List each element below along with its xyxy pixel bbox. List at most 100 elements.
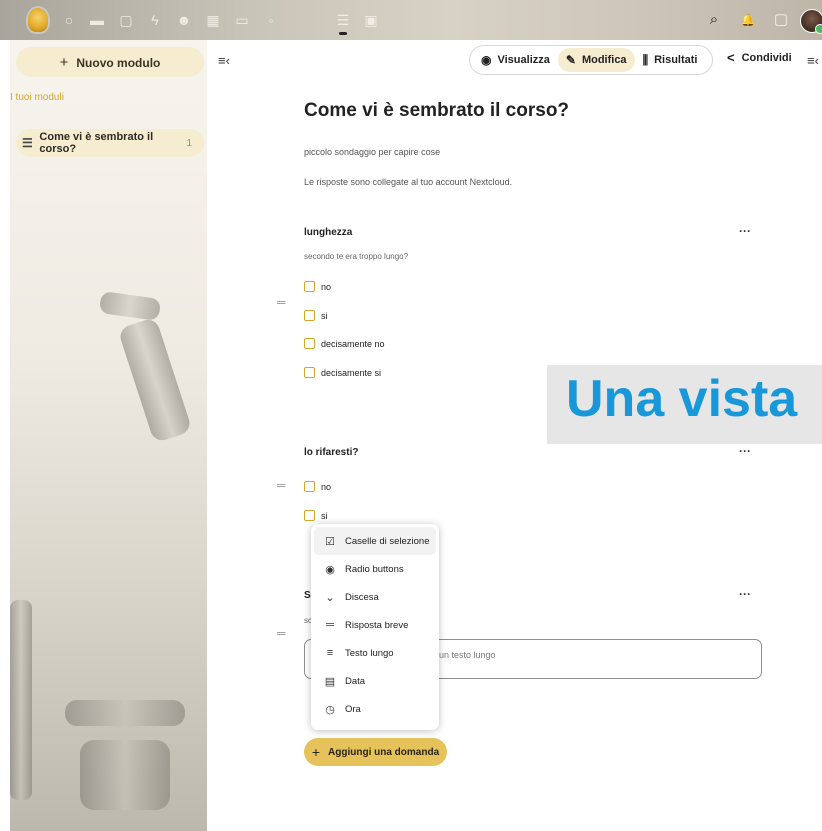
drag-handle-icon[interactable]: ═ [277, 626, 286, 640]
overlay-banner: Una vista [547, 365, 822, 444]
checkbox-option[interactable]: no [304, 281, 331, 292]
calendar-icon: ▤ [324, 675, 336, 688]
option-label: si [321, 310, 328, 321]
checkbox-option[interactable]: no [304, 481, 331, 492]
checkbox[interactable] [304, 481, 315, 492]
new-form-label: Nuovo modulo [76, 55, 161, 70]
menu-item-label: Ora [345, 703, 361, 715]
clock-icon: ◷ [325, 703, 335, 716]
option-label: decisamente no [321, 338, 385, 349]
contacts-icon[interactable]: ☻ [175, 11, 193, 29]
form-title[interactable]: Come vi è sembrato il corso? [304, 100, 569, 122]
menu-item-label: Radio buttons [345, 563, 404, 575]
menu-item-label: Data [345, 675, 366, 687]
share-icon: < [727, 50, 735, 65]
background-pipe [80, 740, 170, 810]
question-type-menu: ☑ Caselle di selezione ◉ Radio buttons ⌄ Di… [311, 524, 439, 730]
pencil-icon: ✎ [565, 53, 576, 67]
sidebar: + Nuovo modulo I tuoi moduli ☰ Come vi è … [10, 40, 207, 831]
menu-item-label: Risposta breve [345, 619, 409, 631]
menu-item-label: Caselle di selezione [345, 535, 430, 547]
notes-icon[interactable]: ▣ [362, 11, 380, 29]
toggle-sidebar-icon[interactable]: ≡‹ [807, 53, 819, 68]
background-pipe [98, 290, 162, 322]
deck-icon[interactable]: ▭ [233, 11, 251, 29]
radio-icon: ◉ [325, 563, 335, 576]
background-pipe [10, 600, 32, 800]
response-count: 1 [186, 137, 192, 149]
checkbox[interactable] [304, 367, 315, 378]
menu-item-dropdown[interactable]: ⌄ Discesa [314, 583, 436, 611]
avatar[interactable] [800, 9, 822, 34]
checkbox-option[interactable]: decisamente si [304, 367, 381, 378]
menu-item-label: Discesa [345, 591, 379, 603]
menu-item-date[interactable]: ▤ Data [314, 667, 436, 695]
chevron-down-icon: ⌄ [325, 591, 335, 604]
question-description[interactable]: secondo te era troppo lungo? [304, 252, 408, 261]
active-app-indicator [339, 32, 347, 35]
checkbox-option[interactable]: si [304, 310, 328, 321]
notifications-icon[interactable]: 🔔 [738, 10, 758, 30]
checkbox-option[interactable]: si [304, 510, 328, 521]
eye-icon: ◉ [481, 53, 492, 67]
option-label: no [321, 481, 332, 492]
checkbox[interactable] [304, 338, 315, 349]
menu-item-radio[interactable]: ◉ Radio buttons [314, 555, 436, 583]
menu-item-label: Testo lungo [345, 647, 394, 659]
question-title[interactable]: lunghezza [304, 227, 352, 238]
option-label: no [321, 281, 332, 292]
view-button[interactable]: ◉ Visualizza [473, 48, 558, 72]
status-indicator [815, 24, 822, 34]
checkbox[interactable] [304, 510, 315, 521]
sidebar-item-label: Come vi è sembrato il corso? [39, 131, 154, 155]
more-options-icon[interactable]: ··· [739, 444, 751, 458]
talk-icon[interactable]: ◦ [262, 11, 280, 29]
checkbox[interactable] [304, 310, 315, 321]
short-text-icon: ═ [326, 619, 334, 631]
search-icon[interactable]: ⌕ [704, 10, 724, 30]
plus-icon: + [59, 53, 69, 71]
sidebar-item-form[interactable]: ☰ Come vi è sembrato il corso? 1 [16, 129, 204, 157]
list-icon: ☰ [22, 136, 33, 150]
image-icon[interactable]: ▢ [117, 11, 135, 29]
menu-item-short-answer[interactable]: ═ Risposta breve [314, 611, 436, 639]
activity-icon[interactable]: ϟ [146, 11, 164, 29]
more-options-icon[interactable]: ··· [739, 587, 751, 601]
background-pipe [65, 700, 185, 726]
your-forms-caption: I tuoi moduli [10, 92, 64, 103]
option-label: si [321, 510, 328, 521]
drag-handle-icon[interactable]: ═ [277, 478, 286, 492]
edit-label: Modifica [581, 54, 627, 66]
contacts-menu-icon[interactable]: ▢ [771, 10, 791, 30]
share-label: Condividi [741, 51, 792, 64]
new-form-button[interactable]: + Nuovo modulo [16, 47, 204, 77]
banner-text: Una vista [566, 370, 798, 428]
menu-item-long-text[interactable]: ≡ Testo lungo [314, 639, 436, 667]
results-button[interactable]: ⫼ Risultati [635, 48, 706, 72]
drag-handle-icon[interactable]: ═ [277, 295, 286, 309]
forms-icon[interactable]: ☰ [334, 11, 352, 29]
checkbox-option[interactable]: decisamente no [304, 338, 385, 349]
share-button[interactable]: < Condividi [727, 50, 792, 65]
plus-icon: + [311, 744, 321, 760]
nextcloud-logo[interactable] [28, 8, 48, 32]
calendar-icon[interactable]: ▦ [204, 11, 222, 29]
form-description[interactable]: piccolo sondaggio per capire cose [304, 147, 440, 157]
add-question-button[interactable]: + Aggiungi una domanda [304, 738, 447, 766]
top-bar: ○ ▬ ▢ ϟ ☻ ▦ ▭ ◦ ☰ ▣ ⌕ 🔔 ▢ [0, 0, 822, 40]
option-label: decisamente si [321, 367, 382, 378]
checkbox[interactable] [304, 281, 315, 292]
question-title[interactable]: S [304, 590, 311, 601]
circle-icon[interactable]: ○ [60, 11, 78, 29]
view-label: Visualizza [497, 54, 550, 66]
edit-button[interactable]: ✎ Modifica [557, 48, 635, 72]
view-switcher: ◉ Visualizza ✎ Modifica ⫼ Risultati [469, 45, 713, 75]
checkbox-icon: ☑ [325, 535, 335, 548]
toggle-navigation-icon[interactable]: ≡‹ [218, 53, 230, 68]
folder-icon[interactable]: ▬ [88, 11, 106, 29]
background-pipe [117, 316, 193, 444]
menu-item-time[interactable]: ◷ Ora [314, 695, 436, 723]
question-title[interactable]: lo rifaresti? [304, 447, 358, 458]
menu-item-checkboxes[interactable]: ☑ Caselle di selezione [314, 527, 436, 555]
more-options-icon[interactable]: ··· [739, 224, 751, 238]
